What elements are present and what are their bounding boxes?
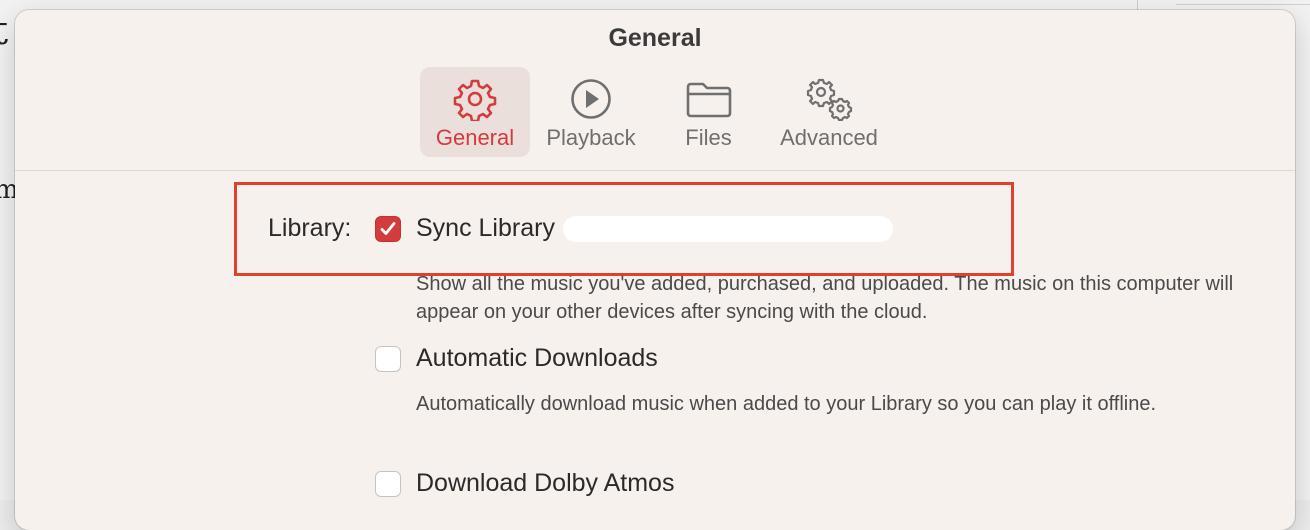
sync-library-description: Show all the music you've added, purchas… <box>416 273 1234 323</box>
tab-label: Files <box>685 125 732 150</box>
tab-label: General <box>435 125 515 150</box>
general-settings-content: Library: Sync Library Show all the music… <box>15 171 1295 530</box>
settings-window: General General Playback Files Advanced … <box>15 10 1295 530</box>
tab-label: Advanced <box>780 125 878 150</box>
folder-icon <box>686 82 731 118</box>
tab-advanced[interactable]: Advanced <box>765 67 893 157</box>
dolby-atmos-row: Download Dolby Atmos <box>375 469 674 498</box>
tab-label: Playback <box>546 125 636 150</box>
tab-files[interactable]: Files <box>652 67 765 157</box>
automatic-downloads-description: Automatically download music when added … <box>416 393 1157 415</box>
dolby-atmos-checkbox[interactable] <box>375 470 401 497</box>
background-divider <box>1176 4 1310 5</box>
automatic-downloads-row: Automatic Downloads <box>375 344 658 373</box>
tab-general[interactable]: General <box>420 67 530 157</box>
automatic-downloads-label: Automatic Downloads <box>416 344 658 372</box>
gears-icon <box>806 78 853 121</box>
gear-icon <box>453 79 497 121</box>
play-circle-icon <box>571 79 611 119</box>
dolby-atmos-label: Download Dolby Atmos <box>416 469 675 497</box>
automatic-downloads-checkbox[interactable] <box>375 345 401 372</box>
background-text-fragment: t <box>0 8 9 54</box>
highlight-box <box>234 182 1014 276</box>
settings-toolbar: General Playback Files Advanced <box>420 67 893 157</box>
window-title: General <box>608 24 702 52</box>
tab-playback[interactable]: Playback <box>530 67 652 157</box>
